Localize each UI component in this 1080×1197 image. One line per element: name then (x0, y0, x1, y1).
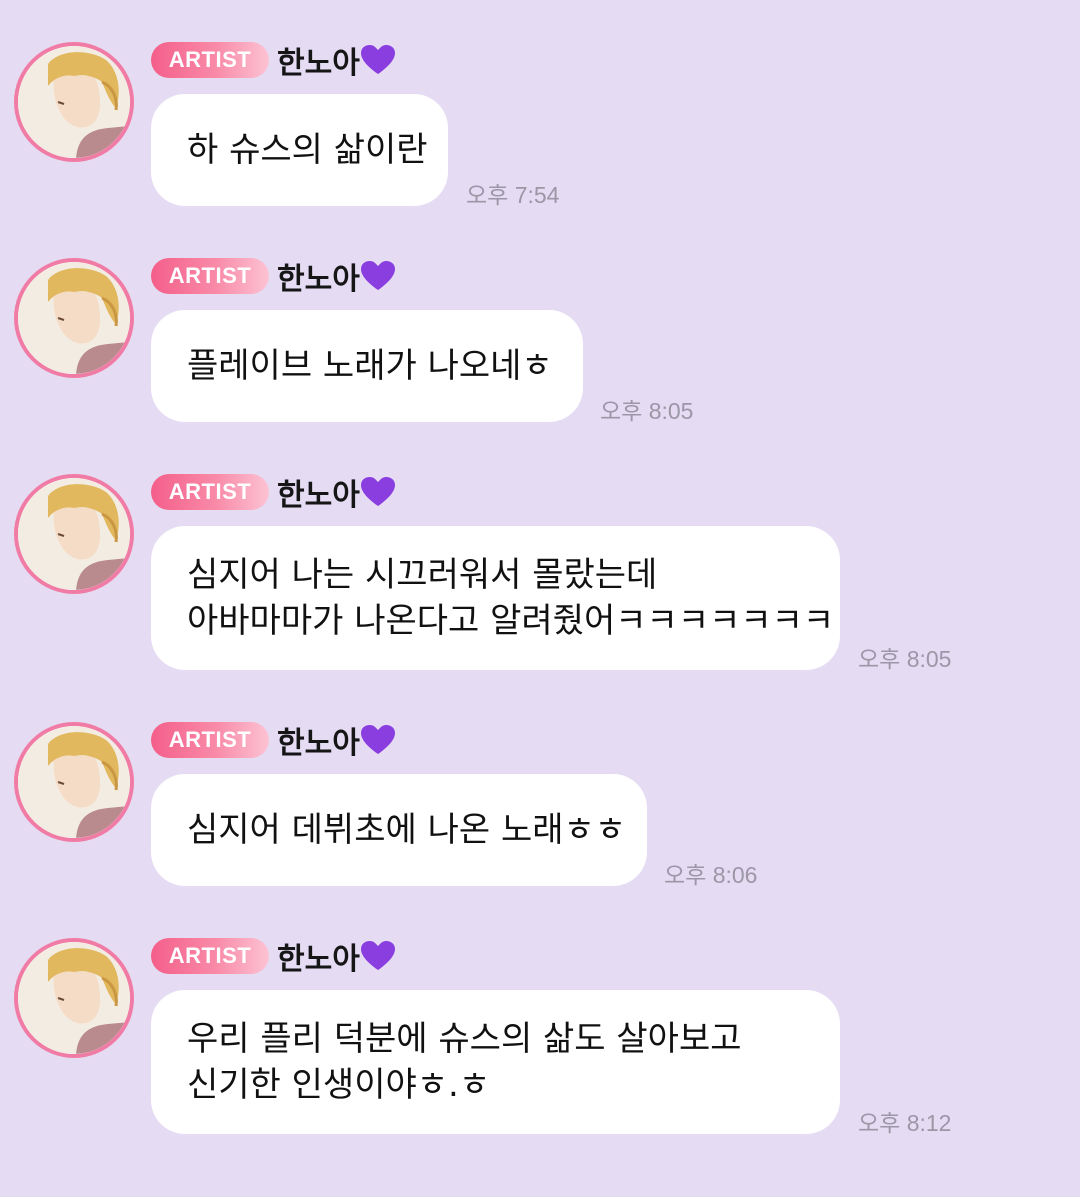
artist-badge: ARTIST (151, 938, 269, 974)
sender-row: ARTIST 한노아 (151, 718, 395, 762)
message-time: 오후 8:12 (858, 1110, 952, 1136)
artist-badge: ARTIST (151, 42, 269, 78)
message-text: 아바마마가 나온다고 알려줬어ㅋㅋㅋㅋㅋㅋㅋ (187, 601, 835, 641)
avatar[interactable] (14, 722, 134, 842)
sender-name[interactable]: 한노아 (277, 934, 360, 978)
avatar-image (18, 46, 130, 158)
message-time: 오후 8:05 (600, 398, 694, 424)
sender-row: ARTIST 한노아 (151, 38, 395, 82)
message-bubble[interactable]: 플레이브 노래가 나오네ㅎ (151, 310, 583, 422)
message-bubble[interactable]: 심지어 데뷔초에 나온 노래ㅎㅎ (151, 774, 647, 886)
avatar[interactable] (14, 258, 134, 378)
artist-badge: ARTIST (151, 258, 269, 294)
sender-row: ARTIST 한노아 (151, 470, 395, 514)
sender-row: ARTIST 한노아 (151, 254, 395, 298)
purple-heart-icon (360, 45, 395, 74)
message-time: 오후 8:05 (858, 646, 952, 672)
avatar[interactable] (14, 42, 134, 162)
artist-badge: ARTIST (151, 722, 269, 758)
purple-heart-icon (360, 477, 395, 506)
purple-heart-icon (360, 261, 395, 290)
message-text: 하 슈스의 삶이란 (187, 130, 428, 170)
message-bubble[interactable]: 우리 플리 덕분에 슈스의 삶도 살아보고 신기한 인생이야ㅎ.ㅎ (151, 990, 840, 1134)
sender-name[interactable]: 한노아 (277, 38, 360, 82)
sender-name[interactable]: 한노아 (277, 254, 360, 298)
sender-name[interactable]: 한노아 (277, 718, 360, 762)
message-time: 오후 8:06 (664, 862, 758, 888)
message-text: 심지어 나는 시끄러워서 몰랐는데 (187, 555, 658, 595)
message-text: 우리 플리 덕분에 슈스의 삶도 살아보고 (187, 1019, 742, 1059)
avatar-image (18, 726, 130, 838)
avatar-image (18, 942, 130, 1054)
artist-badge: ARTIST (151, 474, 269, 510)
avatar-image (18, 478, 130, 590)
message-time: 오후 7:54 (466, 182, 560, 208)
sender-name[interactable]: 한노아 (277, 470, 360, 514)
message-bubble[interactable]: 심지어 나는 시끄러워서 몰랐는데 아바마마가 나온다고 알려줬어ㅋㅋㅋㅋㅋㅋㅋ (151, 526, 840, 670)
avatar[interactable] (14, 938, 134, 1058)
purple-heart-icon (360, 941, 395, 970)
avatar-image (18, 262, 130, 374)
avatar[interactable] (14, 474, 134, 594)
sender-row: ARTIST 한노아 (151, 934, 395, 978)
message-bubble[interactable]: 하 슈스의 삶이란 (151, 94, 448, 206)
message-text: 심지어 데뷔초에 나온 노래ㅎㅎ (187, 810, 627, 850)
message-text: 신기한 인생이야ㅎ.ㅎ (187, 1065, 491, 1105)
purple-heart-icon (360, 725, 395, 754)
message-text: 플레이브 노래가 나오네ㅎ (187, 346, 553, 386)
